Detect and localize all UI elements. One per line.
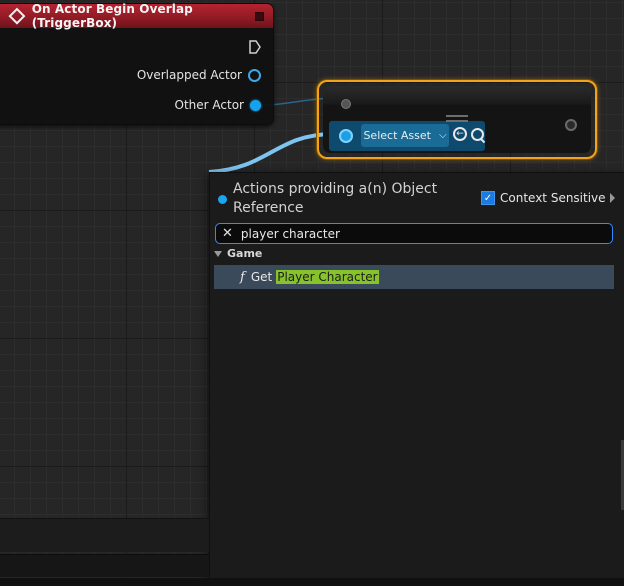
- bottom-panel-strip: [0, 554, 209, 577]
- caret-right-icon[interactable]: [609, 193, 615, 203]
- category-label: Game: [227, 247, 263, 260]
- browse-search-icon[interactable]: [470, 127, 486, 144]
- wire-select-asset: [208, 132, 333, 174]
- pin-label: Overlapped Actor: [136, 68, 242, 82]
- function-icon: f: [240, 269, 245, 285]
- drag-handle-icon: [446, 115, 468, 125]
- context-sensitive-label: Context Sensitive: [500, 191, 606, 205]
- event-node-header[interactable]: On Actor Begin Overlap (TriggerBox): [0, 2, 273, 30]
- action-menu-title: Actions providing a(n) Object Reference: [233, 181, 438, 216]
- asset-action-icons: ←: [453, 127, 486, 144]
- result-get-player-character[interactable]: f Get Player Character: [214, 265, 614, 289]
- output-pin-icon[interactable]: [565, 119, 577, 131]
- result-match-highlight: Player Character: [276, 270, 379, 284]
- context-sensitive-checkbox[interactable]: ✓: [481, 191, 495, 205]
- expand-triangle-icon[interactable]: [214, 250, 222, 257]
- event-node-title: On Actor Begin Overlap (TriggerBox): [31, 2, 193, 30]
- action-search-input[interactable]: [240, 226, 581, 241]
- category-game[interactable]: Game: [214, 247, 262, 260]
- event-close-icon[interactable]: [255, 12, 264, 21]
- select-asset-label: Select Asset: [363, 129, 431, 142]
- event-node-actor-begin-overlap[interactable]: On Actor Begin Overlap (TriggerBox) Over…: [0, 2, 274, 125]
- use-selected-arrow-icon[interactable]: ←: [453, 127, 467, 141]
- pin-overlapped-actor[interactable]: Overlapped Actor: [137, 68, 261, 82]
- object-reference-dot-icon: [218, 195, 227, 204]
- object-pin-icon[interactable]: [339, 129, 353, 143]
- pin-other-actor[interactable]: Other Actor: [175, 98, 261, 112]
- chevron-down-icon: ⌵: [438, 130, 447, 141]
- exec-output-pin[interactable]: [249, 40, 261, 54]
- result-prefix: Get: [250, 270, 273, 284]
- object-pin-filled-icon[interactable]: [250, 99, 261, 111]
- input-pin-icon[interactable]: [341, 99, 351, 109]
- select-asset-combo[interactable]: Select Asset ⌵: [361, 124, 449, 147]
- action-menu-header: Actions providing a(n) Object Reference …: [210, 173, 624, 223]
- pin-label: Other Actor: [174, 98, 244, 112]
- clear-search-icon[interactable]: ✕: [222, 226, 233, 241]
- asset-input-row: Select Asset ⌵ ←: [329, 121, 486, 151]
- bottom-panel-bar: [0, 518, 209, 552]
- event-diamond-icon: [8, 7, 26, 25]
- action-search-box[interactable]: ✕: [215, 223, 613, 244]
- object-pin-hollow-icon[interactable]: [248, 68, 261, 82]
- status-strip: [0, 578, 624, 586]
- action-menu[interactable]: Actions providing a(n) Object Reference …: [209, 172, 624, 580]
- context-sensitive-toggle[interactable]: ✓ Context Sensitive: [481, 191, 615, 205]
